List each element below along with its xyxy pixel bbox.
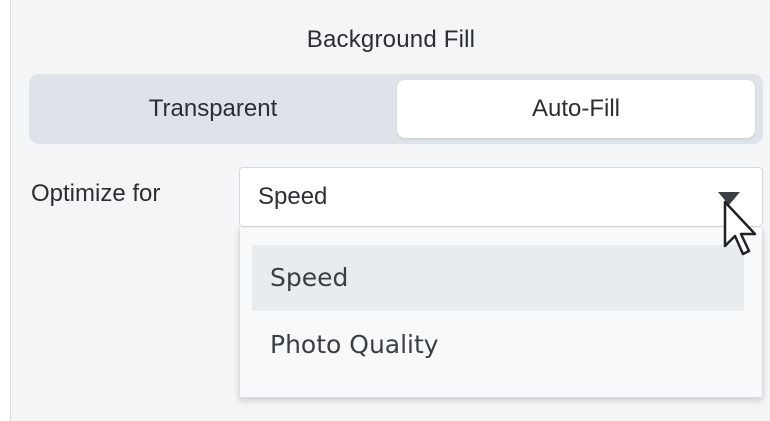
optimize-for-label: Optimize for — [31, 180, 161, 207]
auto-fill-option[interactable]: Auto-Fill — [397, 80, 755, 138]
dropdown-option-speed[interactable]: Speed — [252, 245, 744, 311]
background-fill-segmented-control: Transparent Auto-Fill — [29, 74, 763, 144]
optimize-for-select[interactable]: Speed — [239, 167, 763, 227]
settings-panel: Background Fill Transparent Auto-Fill Op… — [10, 0, 770, 421]
optimize-select-value: Speed — [258, 183, 328, 210]
optimize-dropdown-menu: Speed Photo Quality — [239, 228, 763, 398]
background-fill-title: Background Fill — [306, 26, 476, 53]
mouse-pointer-icon — [723, 200, 757, 256]
transparent-option[interactable]: Transparent — [35, 80, 391, 138]
dropdown-option-photo-quality[interactable]: Photo Quality — [252, 312, 744, 378]
